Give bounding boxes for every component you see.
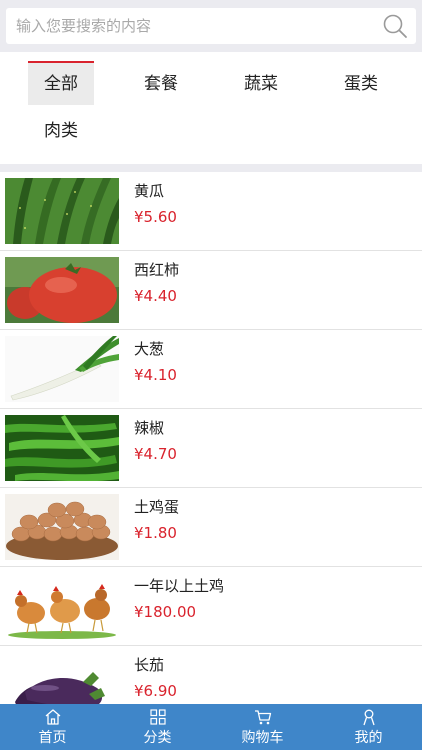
product-item[interactable]: 土鸡蛋 ¥1.80 [0,488,422,567]
product-item[interactable]: 西红柿 ¥4.40 [0,251,422,330]
tab-home[interactable]: 首页 [0,704,105,750]
category-eggs[interactable]: 蛋类 [328,62,394,106]
product-item[interactable]: 辣椒 ¥4.70 [0,409,422,488]
product-price: ¥6.90 [134,682,177,700]
tab-category-label: 分类 [143,730,172,746]
search-icon[interactable] [382,13,408,39]
product-item[interactable]: 黄瓜 ¥5.60 [0,172,422,251]
category-vegetables[interactable]: 蔬菜 [228,62,294,106]
product-list: 黄瓜 ¥5.60 西红柿 ¥4.40 大葱 ¥4.10 辣椒 ¥4.70 土鸡蛋… [0,172,422,704]
product-price: ¥4.40 [134,287,177,305]
category-meat[interactable]: 肉类 [28,109,94,153]
product-name: 长茄 [134,656,165,674]
product-price: ¥4.70 [134,445,177,463]
product-image-scallion [5,336,119,402]
grid-icon [149,709,166,725]
category-filter: 全部 套餐 蔬菜 蛋类 肉类 [0,52,422,164]
search-input[interactable] [6,8,366,44]
product-name: 西红柿 [134,261,180,279]
product-item[interactable]: 大葱 ¥4.10 [0,330,422,409]
home-icon [45,709,60,725]
tab-home-label: 首页 [38,730,67,746]
product-name: 黄瓜 [134,182,165,200]
tab-profile-label: 我的 [354,730,383,746]
category-set-meal[interactable]: 套餐 [128,62,194,106]
product-image-green-pepper [5,415,119,481]
tab-cart-label: 购物车 [241,730,284,746]
user-icon [362,709,375,726]
search-box[interactable] [6,8,416,44]
product-price: ¥180.00 [134,603,197,621]
product-name: 大葱 [134,340,165,358]
category-all[interactable]: 全部 [28,61,94,105]
product-image-cucumber [5,178,119,244]
product-price: ¥5.60 [134,208,177,226]
bottom-tab-bar: 首页 分类 购物车 我的 [0,704,422,750]
product-image-eggplant [5,652,119,704]
product-price: ¥4.10 [134,366,177,384]
section-divider [0,164,422,172]
tab-category[interactable]: 分类 [105,704,210,750]
search-bar [0,0,422,52]
cart-icon [254,710,271,725]
product-image-eggs [5,494,119,560]
product-image-tomato [5,257,119,323]
product-name: 土鸡蛋 [134,498,180,516]
product-item[interactable]: 长茄 ¥6.90 [0,646,422,704]
product-image-chicken [5,573,119,639]
tab-profile[interactable]: 我的 [316,704,421,750]
product-name: 一年以上土鸡 [134,577,225,595]
tab-cart[interactable]: 购物车 [210,704,315,750]
product-item[interactable]: 一年以上土鸡 ¥180.00 [0,567,422,646]
product-name: 辣椒 [134,419,165,437]
product-price: ¥1.80 [134,524,177,542]
